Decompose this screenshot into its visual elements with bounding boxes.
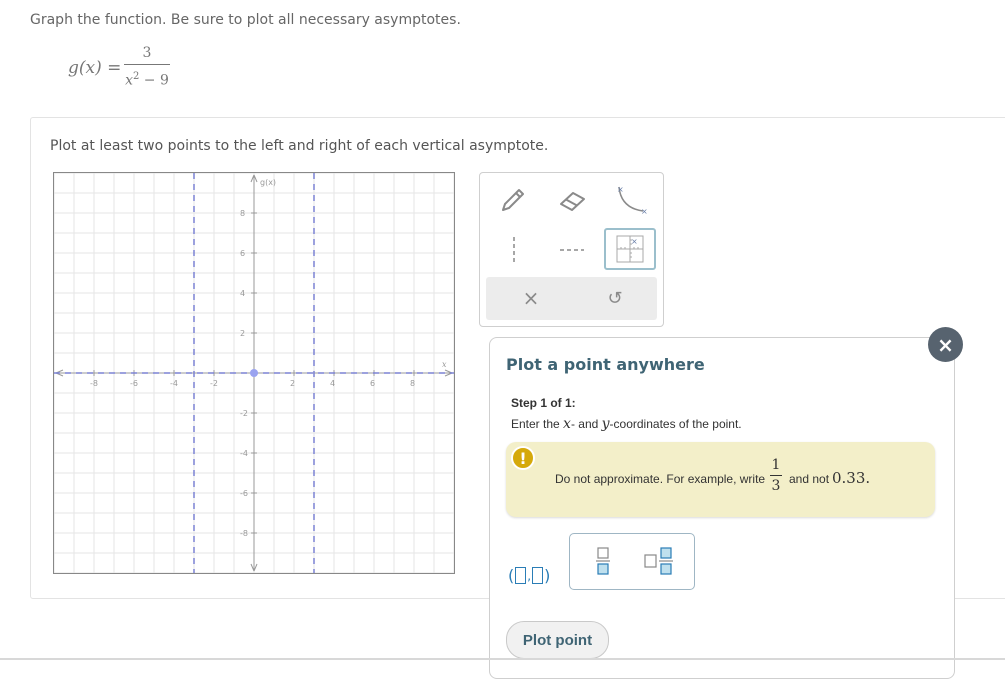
y-tick-label: 8: [240, 209, 245, 218]
x-tick-label: 2: [290, 379, 295, 388]
math-keypad: [569, 533, 695, 590]
vertical-dashed-line-icon[interactable]: [500, 233, 528, 267]
graph-canvas[interactable]: -8 -6 -4 -2 2 4 6 8 8 6 4 2 -2 -4 -6 -8 g(x) x: [53, 172, 455, 574]
clear-icon[interactable]: ×: [516, 283, 546, 313]
pencil-icon[interactable]: [496, 183, 530, 217]
hint-value: 0.33.: [832, 469, 871, 487]
function-fraction: 3 x2 − 9: [124, 44, 170, 90]
dialog-title: Plot a point anywhere: [506, 355, 705, 374]
x-tick-label: 6: [370, 379, 375, 388]
warning-icon: !: [511, 446, 535, 470]
x-tick-label: 4: [330, 379, 335, 388]
point-grid-icon[interactable]: ×: [604, 228, 656, 270]
problem-prompt: Graph the function. Be sure to plot all …: [30, 12, 461, 28]
svg-text:×: ×: [617, 185, 624, 194]
step-label: Step 1 of 1:: [511, 396, 576, 410]
close-button[interactable]: ×: [928, 327, 963, 362]
x-tick-label: -6: [130, 379, 138, 388]
step-instruction: Enter the x- and y-coordinates of the po…: [511, 416, 742, 432]
y-tick-label: -4: [240, 449, 248, 458]
hint-fraction: 1 3: [770, 457, 782, 494]
eraser-icon[interactable]: [554, 183, 590, 217]
toolbox-actions: × ↺: [486, 277, 657, 320]
x-tick-label: -2: [210, 379, 218, 388]
fraction-numerator: 3: [142, 45, 152, 61]
graph-toolbox: × × × × ↺: [479, 172, 664, 327]
svg-text:×: ×: [641, 207, 648, 216]
fraction-denominator: x2 − 9: [125, 71, 169, 89]
function-lhs: g(x) =: [68, 58, 122, 78]
svg-text:×: ×: [631, 237, 638, 246]
instruction-text: Plot at least two points to the left and…: [50, 138, 549, 154]
plot-point-button[interactable]: Plot point: [506, 621, 609, 659]
x-tick-label: 8: [410, 379, 415, 388]
hint-text-2: and not: [789, 472, 830, 486]
hint-text: Do not approximate. For example, write: [555, 472, 766, 486]
mixed-number-button[interactable]: [642, 544, 676, 578]
x-tick-label: -4: [170, 379, 178, 388]
fraction-button[interactable]: [590, 544, 616, 578]
y-tick-label: 6: [240, 249, 245, 258]
x-tick-label: -8: [90, 379, 98, 388]
y-axis-label: g(x): [260, 178, 276, 187]
curve-icon[interactable]: × ×: [612, 183, 650, 217]
undo-icon[interactable]: ↺: [600, 283, 630, 313]
y-tick-label: -2: [240, 409, 248, 418]
x-axis-label: x: [442, 360, 447, 369]
graph-svg[interactable]: -8 -6 -4 -2 2 4 6 8 8 6 4 2 -2 -4 -6 -8 g(x) x: [54, 173, 454, 573]
coordinate-input[interactable]: (,): [508, 566, 550, 585]
y-coordinate-field[interactable]: [532, 567, 544, 584]
y-tick-label: -8: [240, 529, 248, 538]
x-coordinate-field[interactable]: [515, 567, 527, 584]
horizontal-dashed-line-icon[interactable]: [556, 233, 588, 267]
y-tick-label: 2: [240, 329, 245, 338]
y-tick-label: 4: [240, 289, 245, 298]
y-tick-label: -6: [240, 489, 248, 498]
plotted-point: [250, 369, 258, 377]
